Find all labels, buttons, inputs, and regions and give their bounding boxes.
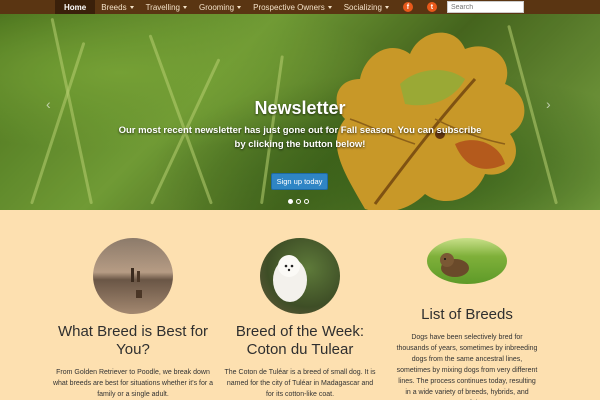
puppy-on-grass-photo xyxy=(427,238,507,284)
feature-column-breed-of-week: Breed of the Week: Coton du Tulear The C… xyxy=(222,238,378,400)
carousel-dot[interactable] xyxy=(296,199,301,204)
sign-up-button[interactable]: Sign up today xyxy=(271,173,328,190)
caret-down-icon xyxy=(237,5,242,9)
top-navbar: Home Breeds Travelling Grooming Prospect… xyxy=(0,0,600,14)
nav-grooming[interactable]: Grooming xyxy=(193,0,247,14)
hero-text: Our most recent newsletter has just gone… xyxy=(118,125,482,150)
carousel-dot[interactable] xyxy=(304,199,309,204)
nav-prospective-owners[interactable]: Prospective Owners xyxy=(247,0,338,14)
beach-photo xyxy=(93,238,173,314)
nav-breeds[interactable]: Breeds xyxy=(95,0,139,14)
feature-column-list-of-breeds: List of Breeds Dogs have been selectivel… xyxy=(396,238,538,400)
puppy-image xyxy=(440,253,469,277)
feature-column-best-breed: What Breed is Best for You? From Golden … xyxy=(52,238,214,400)
twitter-icon[interactable]: t xyxy=(426,2,437,12)
nav-socializing[interactable]: Socializing xyxy=(338,0,395,14)
white-dog-image xyxy=(273,255,307,302)
coton-dog-photo xyxy=(260,238,340,314)
nav-home[interactable]: Home xyxy=(55,0,96,14)
hero-carousel: ‹ › Newsletter Our most recent newslette… xyxy=(0,14,600,210)
caret-down-icon xyxy=(182,5,187,9)
column-text: From Golden Retriever to Poodle, we brea… xyxy=(52,369,214,398)
caret-down-icon xyxy=(327,5,332,9)
column-title: Breed of the Week: Coton du Tulear xyxy=(235,323,365,358)
column-title: What Breed is Best for You? xyxy=(57,323,209,358)
facebook-icon[interactable]: f xyxy=(402,2,413,12)
column-text: Dogs have been selectively bred for thou… xyxy=(396,334,538,396)
carousel-dot[interactable] xyxy=(288,199,293,204)
social-links: f t xyxy=(402,0,437,14)
people-on-beach-image xyxy=(131,268,142,298)
carousel-indicators xyxy=(288,199,309,204)
nav-travelling[interactable]: Travelling xyxy=(140,0,193,14)
hero-title: Newsletter xyxy=(254,98,346,118)
column-title: List of Breeds xyxy=(421,306,513,323)
caret-down-icon xyxy=(384,5,389,9)
search-input[interactable] xyxy=(446,1,524,13)
caret-down-icon xyxy=(129,5,134,9)
column-text: The Coton de Tuléar is a breed of small … xyxy=(224,369,376,398)
